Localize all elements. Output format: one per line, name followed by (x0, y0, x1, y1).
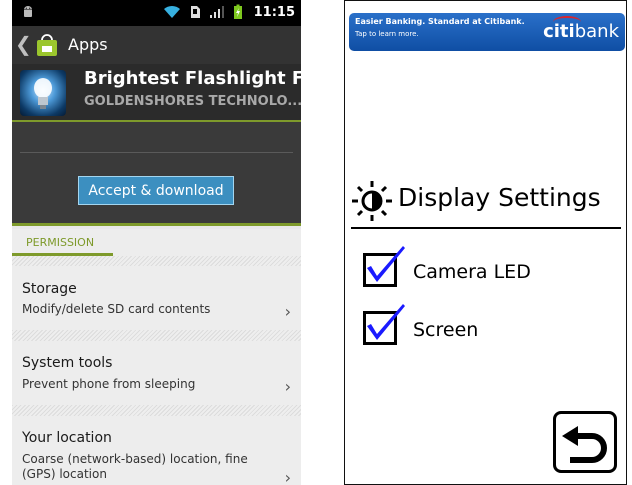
permission-title: System tools (22, 355, 113, 371)
flashlight-app-icon (20, 70, 66, 116)
ad-subline: Tap to learn more. (355, 30, 419, 38)
action-bar-title: Apps (68, 35, 108, 54)
checkmark-icon (367, 246, 405, 282)
status-time: 11:15 (253, 5, 295, 20)
action-bar: ❮ Apps (12, 26, 301, 64)
permission-title: Your location (22, 430, 112, 446)
wifi-icon (164, 5, 180, 18)
permission-item-location[interactable]: Your location Coarse (network-based) loc… (12, 416, 301, 485)
ad-headline: Easier Banking. Standard at Citibank. (355, 17, 525, 26)
citibank-logo: citibank (543, 21, 619, 42)
permission-item-storage[interactable]: Storage Modify/delete SD card contents › (12, 266, 301, 330)
accept-download-button[interactable]: Accept & download (78, 176, 234, 205)
section-divider (12, 256, 301, 266)
chevron-right-icon: › (284, 468, 291, 485)
display-settings-heading: Display Settings (350, 175, 620, 221)
checkmark-icon (367, 304, 405, 340)
section-divider (12, 330, 301, 341)
left-phone-screen: 11:15 ❮ Apps Brightest Flashlight F GOLD… (12, 0, 301, 485)
return-arrow-icon (562, 426, 607, 463)
back-button[interactable] (553, 411, 617, 473)
shopping-bag-icon[interactable] (34, 33, 60, 57)
screen-label: Screen (413, 319, 479, 341)
brightness-icon (352, 181, 392, 221)
camera-led-label: Camera LED (413, 261, 531, 283)
permission-description: Coarse (network-based) location, fine (G… (22, 452, 248, 481)
camera-led-option[interactable]: Camera LED (363, 246, 613, 295)
android-icon (24, 6, 32, 17)
screen-option[interactable]: Screen (363, 304, 613, 353)
permission-description: Modify/delete SD card contents (22, 302, 211, 316)
accept-area: Accept & download (12, 122, 301, 226)
permission-item-system-tools[interactable]: System tools Prevent phone from sleeping… (12, 341, 301, 405)
app-name: Brightest Flashlight F (84, 68, 301, 89)
section-divider (12, 405, 301, 416)
divider (20, 152, 293, 153)
page-title: Display Settings (398, 183, 601, 212)
permission-title: Storage (22, 281, 77, 297)
right-phone-screen: Easier Banking. Standard at Citibank. Ta… (344, 0, 627, 485)
app-header: Brightest Flashlight F GOLDENSHORES TECH… (12, 64, 301, 122)
screen-checkbox[interactable] (363, 304, 405, 345)
camera-led-checkbox[interactable] (363, 246, 405, 287)
heading-divider (351, 227, 621, 229)
chevron-right-icon: › (284, 377, 291, 396)
tab-permission-label: PERMISSION (26, 236, 95, 249)
accent-divider (12, 223, 301, 226)
citibank-ad-banner[interactable]: Easier Banking. Standard at Citibank. Ta… (349, 13, 625, 51)
sd-card-icon (191, 6, 200, 18)
battery-charging-icon (234, 4, 242, 19)
chevron-left-icon[interactable]: ❮ (15, 34, 32, 54)
permission-description: Prevent phone from sleeping (22, 377, 196, 391)
app-developer[interactable]: GOLDENSHORES TECHNOLO... (84, 94, 301, 109)
light-bulb-icon (34, 78, 52, 109)
signal-icon (210, 6, 224, 18)
status-bar: 11:15 (12, 0, 301, 26)
tab-permission[interactable]: PERMISSION (12, 229, 301, 256)
chevron-right-icon: › (284, 302, 291, 321)
